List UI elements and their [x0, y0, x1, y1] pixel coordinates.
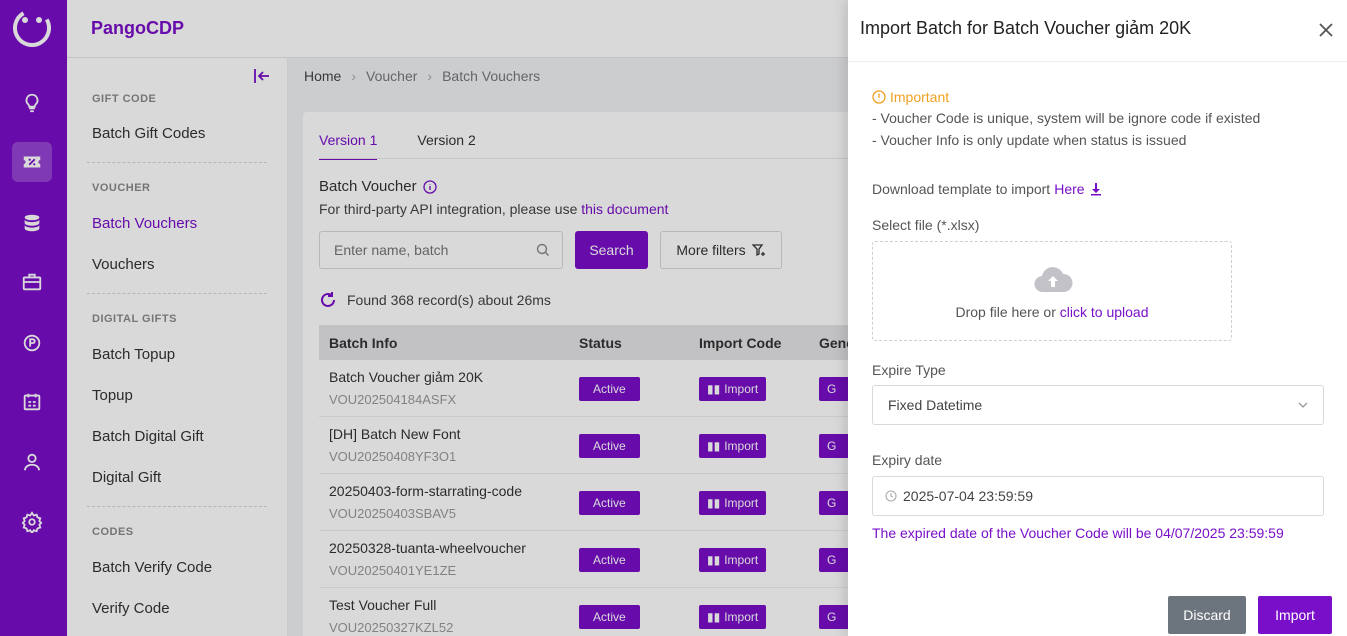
drawer-header: Import Batch for Batch Voucher giảm 20K: [848, 0, 1347, 62]
download-template: Download template to import Here: [872, 181, 1103, 197]
warning-circle-icon: [872, 90, 886, 104]
expiry-date-input[interactable]: 2025-07-04 23:59:59: [872, 476, 1324, 516]
drop-text: Drop file here or: [955, 304, 1056, 320]
import-submit-button[interactable]: Import: [1258, 596, 1332, 634]
expiry-date-label: Expiry date: [872, 452, 943, 468]
clock-icon: [885, 490, 897, 502]
import-batch-drawer: Import Batch for Batch Voucher giảm 20K …: [848, 0, 1347, 636]
chevron-down-icon: [1298, 402, 1308, 408]
cloud-upload-icon: [1034, 267, 1073, 293]
drawer-title: Import Batch for Batch Voucher giảm 20K: [860, 18, 1192, 38]
important-heading: Important: [872, 89, 949, 105]
expire-type-select[interactable]: Fixed Datetime: [872, 385, 1324, 425]
important-title: Important: [890, 89, 950, 105]
file-dropzone[interactable]: Drop file here or click to upload: [872, 241, 1232, 341]
click-to-upload-link[interactable]: click to upload: [1060, 304, 1149, 320]
close-icon[interactable]: [1316, 20, 1336, 40]
important-note: - Voucher Code is unique, system will be…: [872, 110, 1261, 126]
download-icon[interactable]: [1089, 182, 1103, 196]
important-note: - Voucher Info is only update when statu…: [872, 132, 1187, 148]
expire-type-value: Fixed Datetime: [888, 397, 983, 413]
expiry-date-value: 2025-07-04 23:59:59: [903, 488, 1033, 504]
discard-button[interactable]: Discard: [1168, 596, 1246, 634]
expire-type-label: Expire Type: [872, 362, 946, 378]
select-file-label: Select file (*.xlsx): [872, 217, 980, 233]
download-template-text: Download template to import: [872, 181, 1051, 197]
drawer-backdrop[interactable]: [0, 0, 848, 636]
dropzone-text: Drop file here or click to upload: [873, 304, 1231, 320]
expiry-note: The expired date of the Voucher Code wil…: [872, 525, 1284, 541]
download-here-link[interactable]: Here: [1054, 181, 1084, 197]
